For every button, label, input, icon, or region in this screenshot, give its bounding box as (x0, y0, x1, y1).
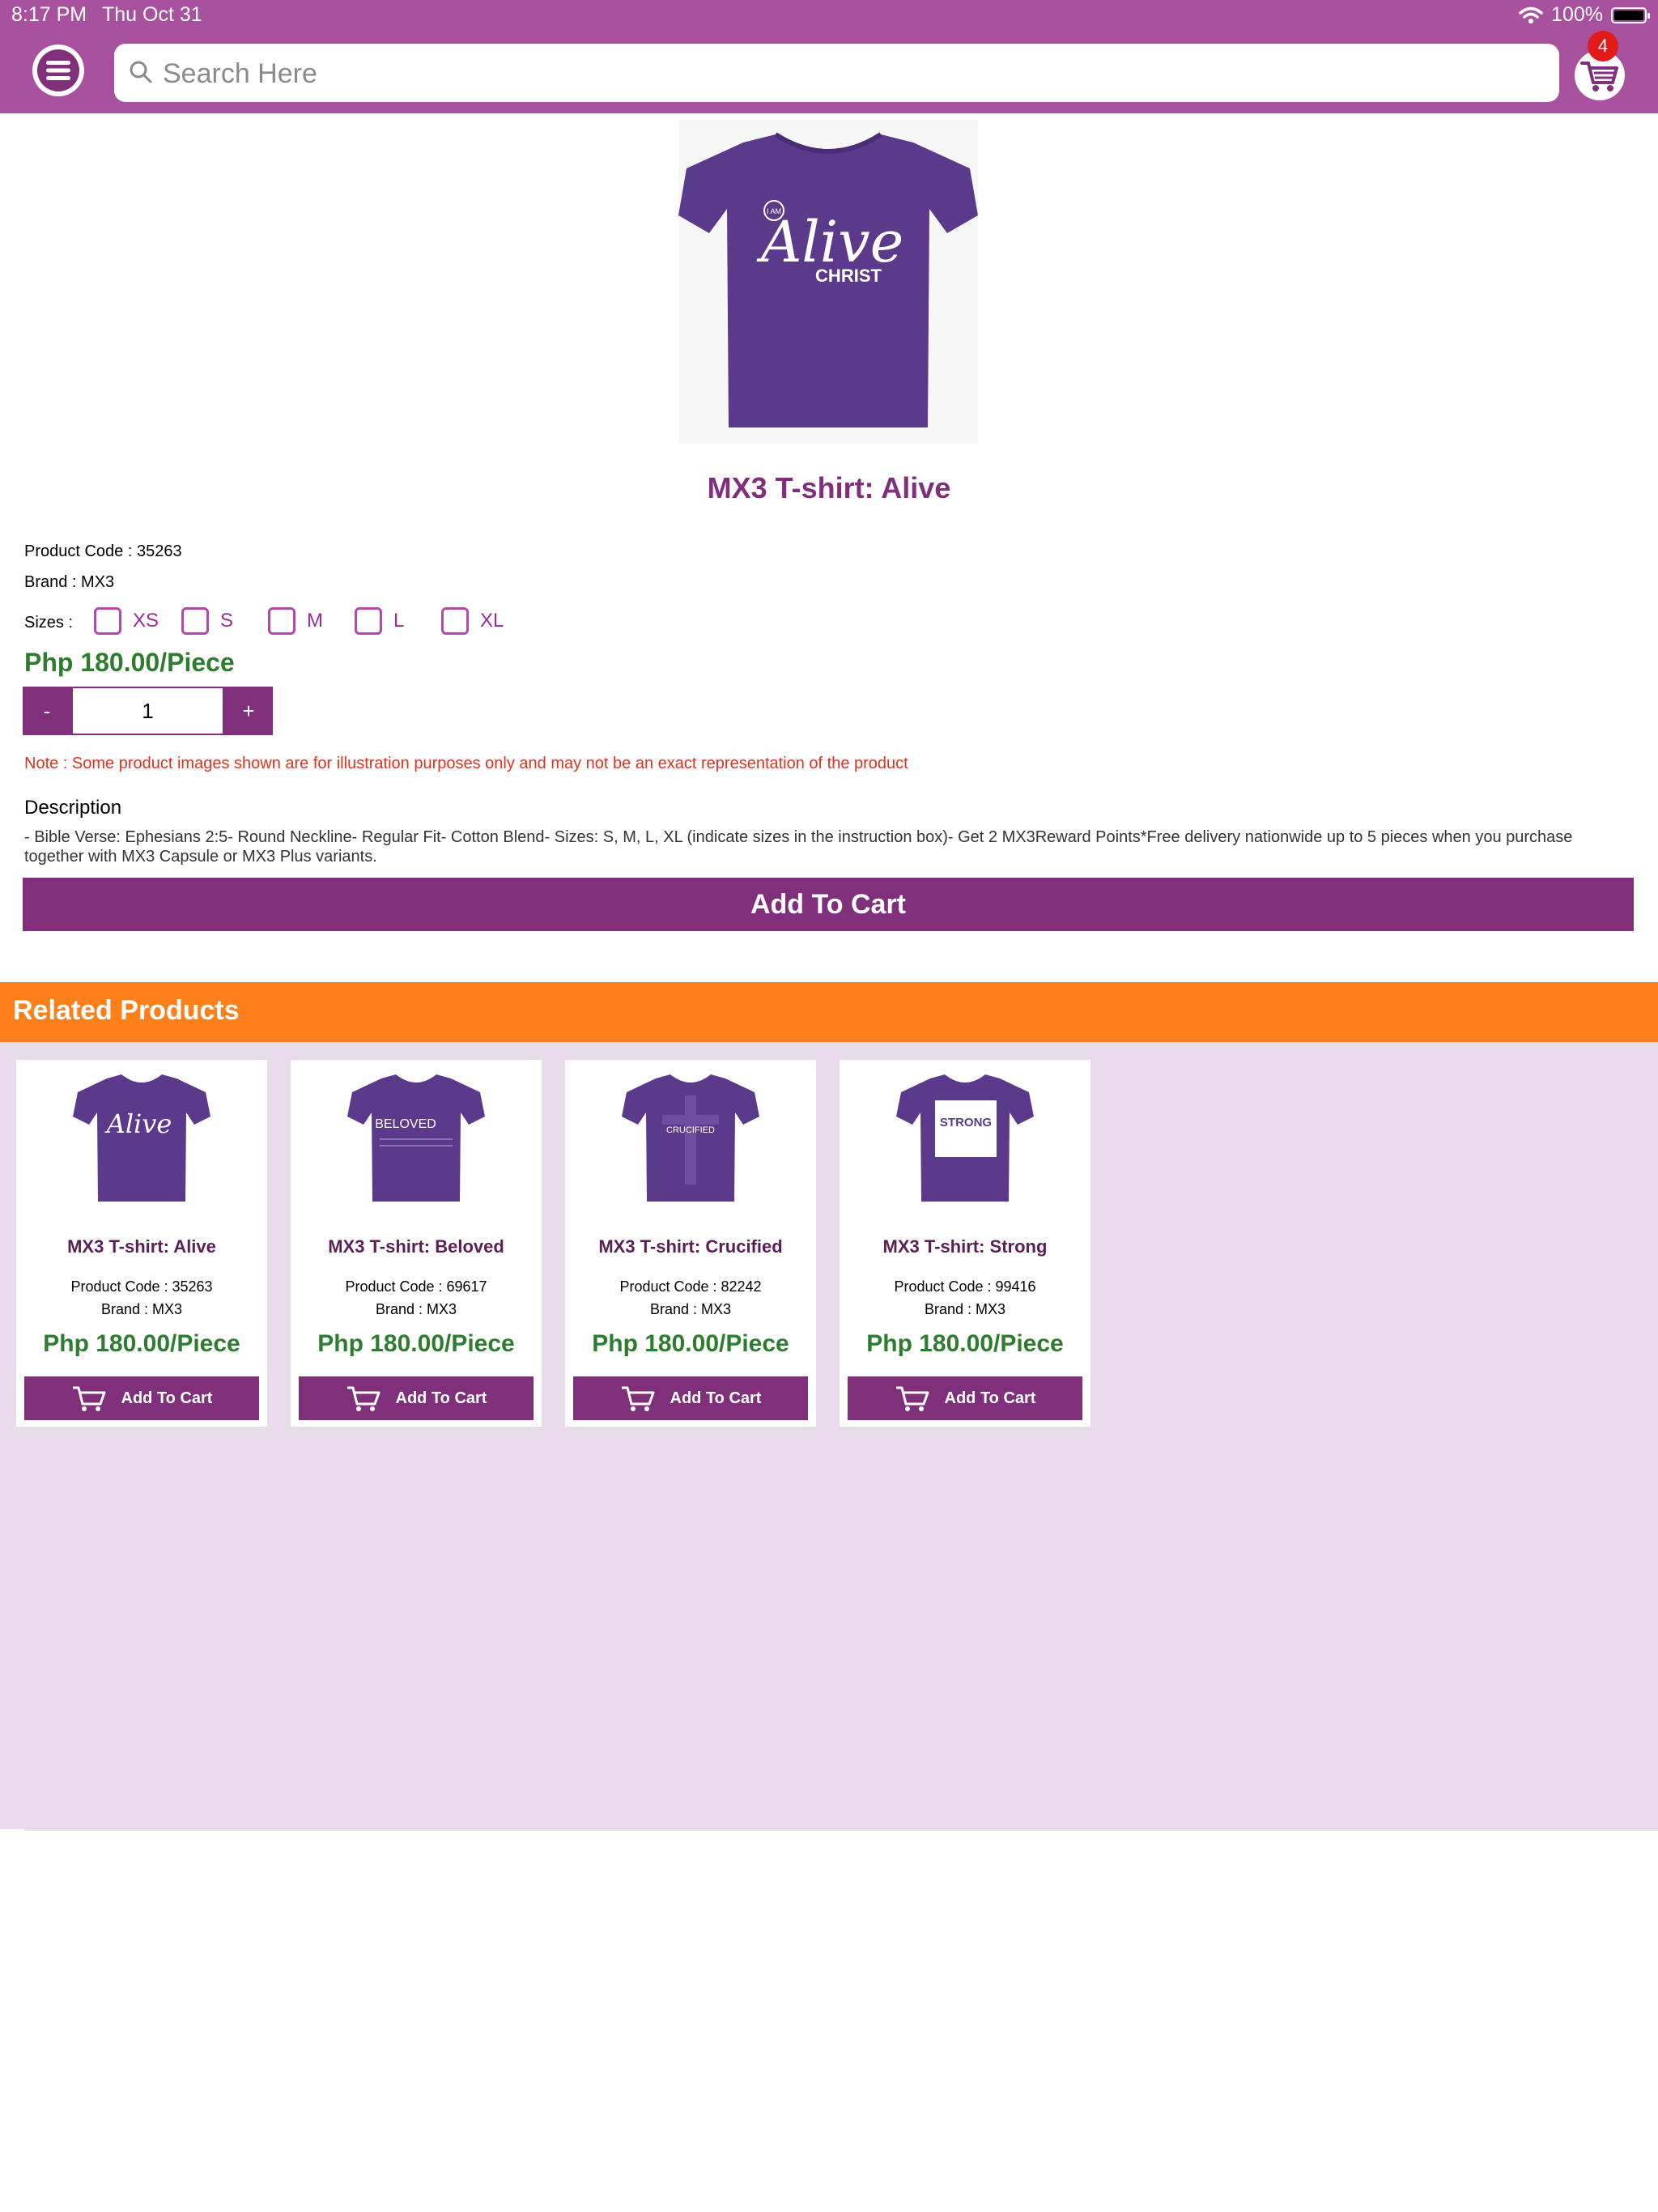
related-product-brand: Brand : MX3 (100, 1301, 183, 1317)
hamburger-menu-icon (37, 49, 79, 91)
related-product-card[interactable]: BELOVED MX3 T-shirt: Beloved Product Cod… (291, 1060, 542, 1427)
status-right: 100% (1519, 3, 1650, 27)
related-product-image: BELOVED (347, 1074, 485, 1202)
divider (24, 1829, 1658, 1831)
shirt-print-text: BELOVED (375, 1117, 436, 1131)
related-product-brand: Brand : MX3 (924, 1301, 1006, 1317)
shopping-cart-icon (72, 1386, 106, 1411)
status-bar: 8:17 PM Thu Oct 31 100% (0, 0, 1658, 32)
wifi-icon (1519, 6, 1543, 23)
related-add-to-cart-button[interactable]: Add To Cart (299, 1376, 534, 1420)
size-checkbox[interactable] (181, 607, 209, 635)
related-product-name: MX3 T-shirt: Strong (882, 1236, 1048, 1257)
add-to-cart-button[interactable]: Add To Cart (23, 878, 1634, 931)
related-add-to-cart-label: Add To Cart (395, 1389, 487, 1407)
shirt-print-text: Alive (104, 1108, 172, 1139)
size-label: S (220, 610, 234, 632)
status-time: 8:17 PM (11, 3, 87, 26)
search-input[interactable] (161, 52, 1541, 96)
related-product-name: MX3 T-shirt: Crucified (598, 1236, 783, 1257)
product-brand: Brand : MX3 (24, 573, 115, 591)
related-product-price: Php 180.00/Piece (43, 1330, 240, 1357)
size-checkbox[interactable] (94, 607, 121, 635)
shirt-print-bottom: CHRIST (815, 266, 882, 286)
size-label: XS (133, 610, 159, 632)
related-product-price: Php 180.00/Piece (866, 1330, 1064, 1357)
shirt-print-text: CRUCIFIED (666, 1125, 715, 1135)
product-price: Php 180.00/Piece (24, 648, 235, 677)
shopping-cart-icon (621, 1386, 655, 1411)
size-label: M (307, 610, 323, 632)
related-product-image: Alive (73, 1074, 210, 1202)
related-product-code: Product Code : 35263 (70, 1278, 213, 1295)
quantity-increase-button[interactable]: + (224, 687, 273, 735)
menu-button[interactable] (32, 45, 84, 96)
related-add-to-cart-label: Add To Cart (670, 1389, 762, 1407)
image-disclaimer-note: Note : Some product images shown are for… (24, 755, 908, 772)
related-add-to-cart-button[interactable]: Add To Cart (848, 1376, 1082, 1420)
shopping-cart-icon (346, 1386, 380, 1411)
status-date: Thu Oct 31 (102, 3, 202, 26)
quantity-decrease-button[interactable]: - (23, 687, 71, 735)
size-label: L (393, 610, 405, 632)
quantity-input[interactable] (71, 687, 224, 735)
size-checkbox[interactable] (268, 607, 295, 635)
related-add-to-cart-button[interactable]: Add To Cart (24, 1376, 259, 1420)
size-option-xs[interactable]: XS (94, 607, 159, 635)
related-product-code: Product Code : 82242 (619, 1278, 762, 1295)
related-product-image: STRONG (896, 1074, 1034, 1202)
size-option-s[interactable]: S (181, 607, 233, 635)
sizes-label: Sizes : (24, 614, 74, 632)
search-icon (130, 61, 152, 83)
related-product-price: Php 180.00/Piece (592, 1330, 789, 1357)
size-checkbox[interactable] (441, 607, 469, 635)
related-product-card[interactable]: Alive MX3 T-shirt: Alive Product Code : … (16, 1060, 267, 1427)
related-product-code: Product Code : 69617 (345, 1278, 487, 1295)
search-bar[interactable] (114, 44, 1559, 102)
product-image: I AM Alive CHRIST (678, 120, 978, 444)
related-add-to-cart-label: Add To Cart (944, 1389, 1036, 1407)
size-option-l[interactable]: L (355, 607, 404, 635)
related-product-image: CRUCIFIED (622, 1074, 759, 1202)
description-text: - Bible Verse: Ephesians 2:5- Round Neck… (24, 828, 1573, 866)
app-header (0, 32, 1658, 113)
size-option-xl[interactable]: XL (441, 607, 504, 635)
product-title: MX3 T-shirt: Alive (707, 471, 951, 504)
related-products-header: Related Products (0, 982, 1658, 1042)
related-product-brand: Brand : MX3 (375, 1301, 457, 1317)
battery-percent: 100% (1551, 3, 1603, 26)
description-heading: Description (24, 797, 122, 819)
related-product-code: Product Code : 99416 (894, 1278, 1036, 1295)
related-product-price: Php 180.00/Piece (317, 1330, 515, 1357)
battery-icon (1611, 6, 1650, 23)
shopping-cart-icon (895, 1386, 929, 1411)
related-product-card[interactable]: CRUCIFIED MX3 T-shirt: Crucified Product… (565, 1060, 816, 1427)
size-label: XL (480, 610, 504, 632)
related-product-card[interactable]: STRONG MX3 T-shirt: Strong Product Code … (840, 1060, 1090, 1427)
product-code: Product Code : 35263 (24, 542, 182, 560)
size-checkbox[interactable] (355, 607, 382, 635)
related-products-title: Related Products (13, 995, 240, 1026)
related-product-name: MX3 T-shirt: Beloved (328, 1236, 504, 1257)
related-add-to-cart-label: Add To Cart (121, 1389, 213, 1407)
cart-count-badge: 4 (1588, 31, 1618, 62)
related-add-to-cart-button[interactable]: Add To Cart (573, 1376, 808, 1420)
shirt-print-text: STRONG (940, 1116, 992, 1129)
size-option-m[interactable]: M (268, 607, 323, 635)
related-product-name: MX3 T-shirt: Alive (67, 1236, 216, 1257)
related-product-brand: Brand : MX3 (649, 1301, 732, 1317)
